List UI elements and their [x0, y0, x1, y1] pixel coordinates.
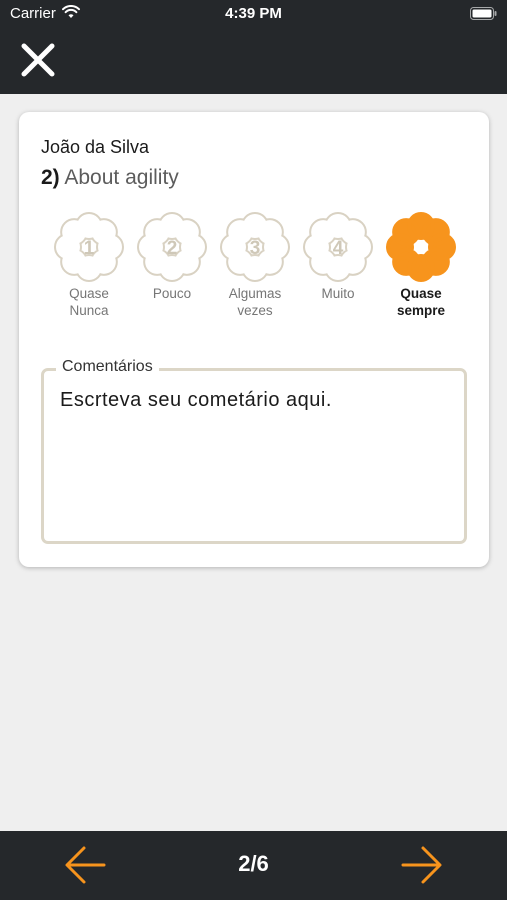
flower-icon: 3 [220, 212, 290, 282]
rating-number: 3 [250, 238, 261, 259]
status-bar: Carrier 4:39 PM [0, 0, 507, 28]
rating-option-3[interactable]: 3 Algumas vezes [215, 212, 295, 319]
top-bar: Carrier 4:39 PM [0, 0, 507, 94]
rating-label: Algumas vezes [215, 285, 295, 319]
comments-field[interactable]: Comentários Escrteva seu cometário aqui. [41, 358, 467, 544]
rating-number: 5 [416, 238, 427, 259]
question-card: João da Silva 2) About agility 1 Quase Nun… [19, 112, 489, 567]
rating-option-2[interactable]: 2 Pouco [132, 212, 212, 302]
flower-icon: 5 [386, 212, 456, 282]
rating-number: 4 [333, 238, 344, 259]
rating-label-line2: sempre [396, 303, 446, 318]
rating-label-line1: Quase [69, 286, 109, 301]
flower-icon: 2 [137, 212, 207, 282]
rating-number: 1 [84, 238, 95, 259]
rating-label-line1: Quase [400, 286, 442, 301]
rating-label-line1: Pouco [152, 286, 192, 301]
rating-label-line1: Muito [321, 286, 355, 301]
person-name: João da Silva [41, 137, 150, 157]
close-icon[interactable] [18, 40, 58, 80]
comments-input[interactable]: Escrteva seu cometário aqui. [60, 389, 332, 412]
question-title: 2) About agility [41, 166, 179, 190]
rating-option-1[interactable]: 1 Quase Nunca [49, 212, 129, 319]
arrow-right-icon[interactable] [401, 845, 443, 885]
battery-icon [470, 7, 497, 20]
rating-label: Pouco [132, 285, 212, 302]
flower-icon: 4 [303, 212, 373, 282]
rating-number: 2 [167, 238, 178, 259]
rating-label: Quase Nunca [49, 285, 129, 319]
rating-label: Quase sempre [381, 285, 461, 319]
flower-icon: 1 [54, 212, 124, 282]
rating-scale: 1 Quase Nunca 2 Pouco 3 Algumas vezes 4 Muito 5 Qua… [49, 212, 469, 332]
rating-option-4[interactable]: 4 Muito [298, 212, 378, 302]
rating-option-5[interactable]: 5 Quase sempre [381, 212, 461, 319]
rating-label-line2: Nunca [69, 303, 109, 318]
status-time: 4:39 PM [225, 5, 282, 22]
rating-label-line1: Algumas [228, 286, 282, 301]
rating-label-line2: vezes [237, 303, 273, 318]
comments-label: Comentários [56, 358, 159, 376]
question-number: 2) [41, 166, 60, 189]
bottom-bar: 2/6 [0, 831, 507, 900]
rating-label: Muito [298, 285, 378, 302]
question-text: About agility [64, 166, 179, 189]
